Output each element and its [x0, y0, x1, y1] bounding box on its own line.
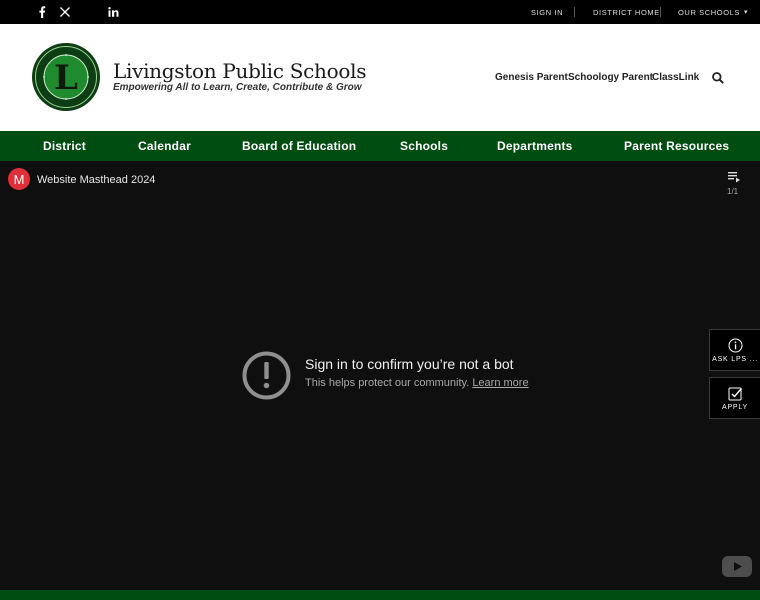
nav-calendar[interactable]: Calendar: [138, 131, 191, 161]
nav-parent-resources[interactable]: Parent Resources: [624, 131, 729, 161]
nav-schools[interactable]: Schools: [400, 131, 448, 161]
apply-label: APPLY: [721, 403, 749, 411]
main-navigation: District Calendar Board of Education Sch…: [0, 131, 760, 161]
youtube-icon[interactable]: [722, 556, 752, 577]
checkbox-icon: [728, 387, 742, 400]
info-icon: [728, 338, 742, 352]
schoology-parent-link[interactable]: Schoology Parent: [568, 72, 653, 83]
classlink-link[interactable]: ClassLink: [652, 72, 699, 83]
divider: [660, 7, 661, 17]
playlist-icon[interactable]: [727, 170, 741, 184]
nav-departments[interactable]: Departments: [497, 131, 573, 161]
nav-board-of-education[interactable]: Board of Education: [242, 131, 356, 161]
district-home-link[interactable]: DISTRICT HOME: [593, 8, 660, 17]
chevron-down-icon: ▾: [744, 9, 749, 16]
site-title[interactable]: Livingston Public Schools: [113, 59, 366, 83]
genesis-parent-link[interactable]: Genesis Parent: [495, 72, 568, 83]
learn-more-link[interactable]: Learn more: [472, 377, 528, 389]
our-schools-dropdown[interactable]: OUR SCHOOLS ▾: [678, 0, 748, 24]
logo-letter: L: [54, 58, 78, 98]
signin-message-subtitle: This helps protect our community. Learn …: [305, 377, 529, 389]
facebook-icon[interactable]: [35, 5, 49, 19]
nav-district[interactable]: District: [43, 131, 86, 161]
signin-message-title: Sign in to confirm you’re not a bot: [305, 356, 514, 372]
signin-message-text: This helps protect our community.: [305, 377, 470, 389]
divider: [574, 7, 575, 17]
video-embed[interactable]: M Website Masthead 2024 1/1 Sign in to c…: [0, 161, 760, 590]
top-utility-bar: SIGN IN DISTRICT HOME OUR SCHOOLS ▾: [0, 0, 760, 24]
ask-lps-label: ASK LPS ...: [712, 355, 758, 363]
search-icon[interactable]: [711, 71, 725, 85]
ask-lps-tab[interactable]: ASK LPS ...: [709, 329, 760, 371]
site-header: L Livingston Public Schools Empowering A…: [0, 24, 760, 131]
channel-avatar[interactable]: M: [8, 168, 30, 190]
our-schools-label: OUR SCHOOLS: [678, 7, 741, 17]
video-title[interactable]: Website Masthead 2024: [37, 174, 155, 186]
apply-tab[interactable]: APPLY: [709, 377, 760, 419]
alert-icon: [242, 351, 291, 400]
linkedin-icon[interactable]: [106, 5, 120, 19]
sign-in-link[interactable]: SIGN IN: [531, 8, 563, 17]
site-tagline: Empowering All to Learn, Create, Contrib…: [113, 82, 362, 93]
district-logo[interactable]: L: [31, 42, 101, 112]
playlist-count: 1/1: [727, 187, 739, 196]
x-icon[interactable]: [58, 5, 72, 19]
footer-strip: [0, 590, 760, 600]
